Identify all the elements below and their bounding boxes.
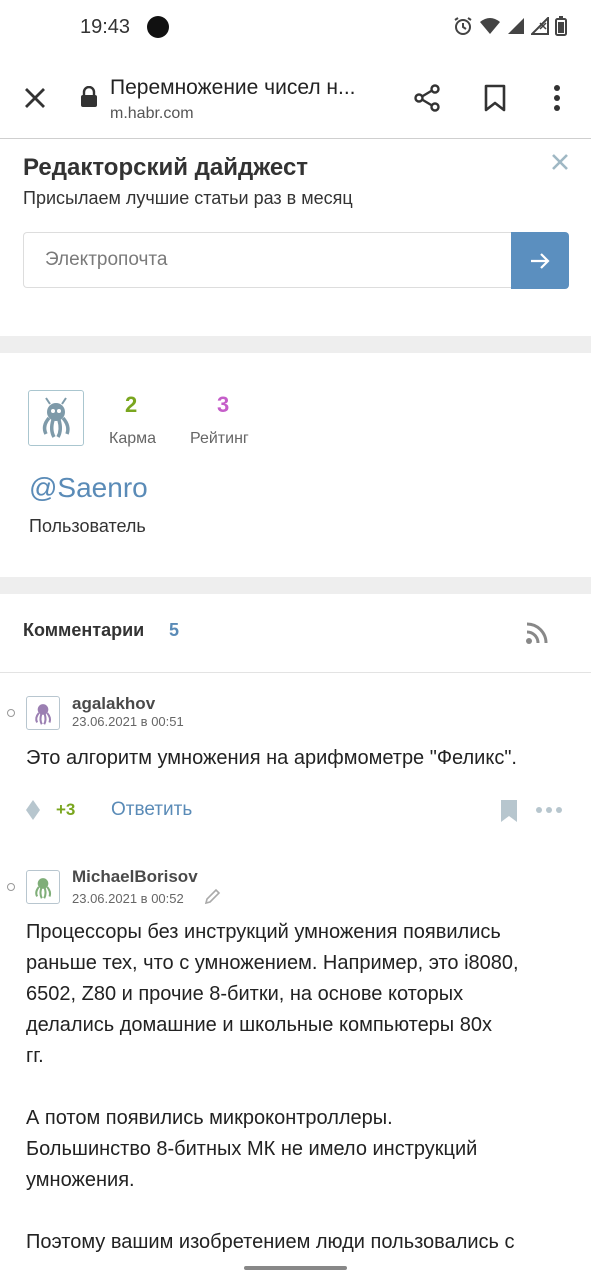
digest-title: Редакторский дайджест: [23, 154, 309, 181]
vote-icon[interactable]: [25, 799, 41, 821]
digest-subtitle: Присылаем лучшие статьи раз в месяц: [23, 188, 353, 208]
page-title[interactable]: Перемножение чисел н...: [110, 76, 356, 100]
comment-bookmark-icon[interactable]: [500, 799, 518, 823]
signal-off-icon: [531, 17, 549, 35]
avatar[interactable]: [28, 390, 84, 446]
edit-pencil-icon: [204, 888, 221, 905]
comment-avatar[interactable]: [26, 870, 60, 904]
karma-value: 2: [125, 392, 138, 417]
home-indicator[interactable]: [244, 1266, 347, 1270]
subscribe-button[interactable]: [511, 232, 569, 289]
more-horiz-icon[interactable]: [535, 806, 563, 814]
page-domain[interactable]: m.habr.com: [110, 105, 194, 123]
profile-role: Пользователь: [29, 516, 146, 536]
close-icon[interactable]: [23, 86, 47, 110]
karma-label: Карма: [109, 430, 157, 447]
comment-author[interactable]: agalakhov: [72, 694, 155, 714]
battery-icon: [555, 16, 567, 36]
camera-dot-icon: [147, 16, 169, 38]
rating-label: Рейтинг: [190, 430, 249, 447]
arrow-right-icon: [531, 252, 550, 269]
octopus-avatar-icon: [42, 397, 70, 438]
comment-avatar[interactable]: [26, 696, 60, 730]
comment-line: Процессоры без инструкций умножения появ…: [26, 921, 501, 943]
reply-link[interactable]: Ответить: [111, 799, 192, 821]
comments-count: 5: [169, 620, 180, 640]
comment-line: умножения.: [26, 1169, 135, 1191]
comment-line: гг.: [26, 1045, 44, 1067]
bookmark-icon[interactable]: [484, 84, 506, 112]
octopus-avatar-icon: [35, 878, 52, 899]
comment-line: А потом появились микроконтроллеры.: [26, 1107, 393, 1129]
divider: [0, 672, 591, 673]
comment-line: Поэтому вашим изобретением люди пользова…: [26, 1231, 515, 1253]
wifi-icon: [480, 18, 500, 34]
more-vert-icon[interactable]: [553, 85, 561, 111]
comment-author[interactable]: MichaelBorisov: [72, 867, 198, 887]
email-input[interactable]: [23, 232, 511, 288]
rating-value: 3: [217, 392, 230, 417]
signal-icon: [508, 18, 524, 34]
digest-close-icon[interactable]: [551, 153, 569, 171]
comment-line: 6502, Z80 и прочие 8-битки, на основе ко…: [26, 983, 464, 1005]
comment-line: делались домашние и школьные компьютеры …: [26, 1014, 492, 1036]
comments-label: Комментарии: [23, 620, 145, 640]
comment-text: Это алгоритм умножения на арифмометре "Ф…: [26, 747, 517, 769]
profile-username[interactable]: @Saenro: [29, 472, 148, 504]
thread-bullet: [7, 709, 15, 717]
browser-toolbar: Перемножение чисел н... m.habr.com: [0, 56, 591, 139]
octopus-avatar-icon: [35, 704, 52, 725]
rss-icon[interactable]: [525, 621, 549, 645]
thread-bullet: [7, 883, 15, 891]
comment-text: Процессоры без инструкций умножения появ…: [26, 917, 576, 1258]
comment-date[interactable]: 23.06.2021 в 00:51: [72, 714, 184, 729]
comment-date[interactable]: 23.06.2021 в 00:52: [72, 891, 184, 906]
status-icons: [453, 16, 567, 36]
lock-icon: [81, 86, 97, 107]
section-divider: [0, 577, 591, 594]
alarm-icon: [454, 17, 472, 35]
comment-score: +3: [56, 800, 76, 819]
status-time: 19:43: [80, 16, 131, 38]
comment-line: раньше тех, что с умножением. Например, …: [26, 952, 519, 974]
comment-line: Большинство 8-битных МК не имело инструк…: [26, 1138, 478, 1160]
section-divider: [0, 336, 591, 353]
share-icon[interactable]: [413, 84, 441, 112]
